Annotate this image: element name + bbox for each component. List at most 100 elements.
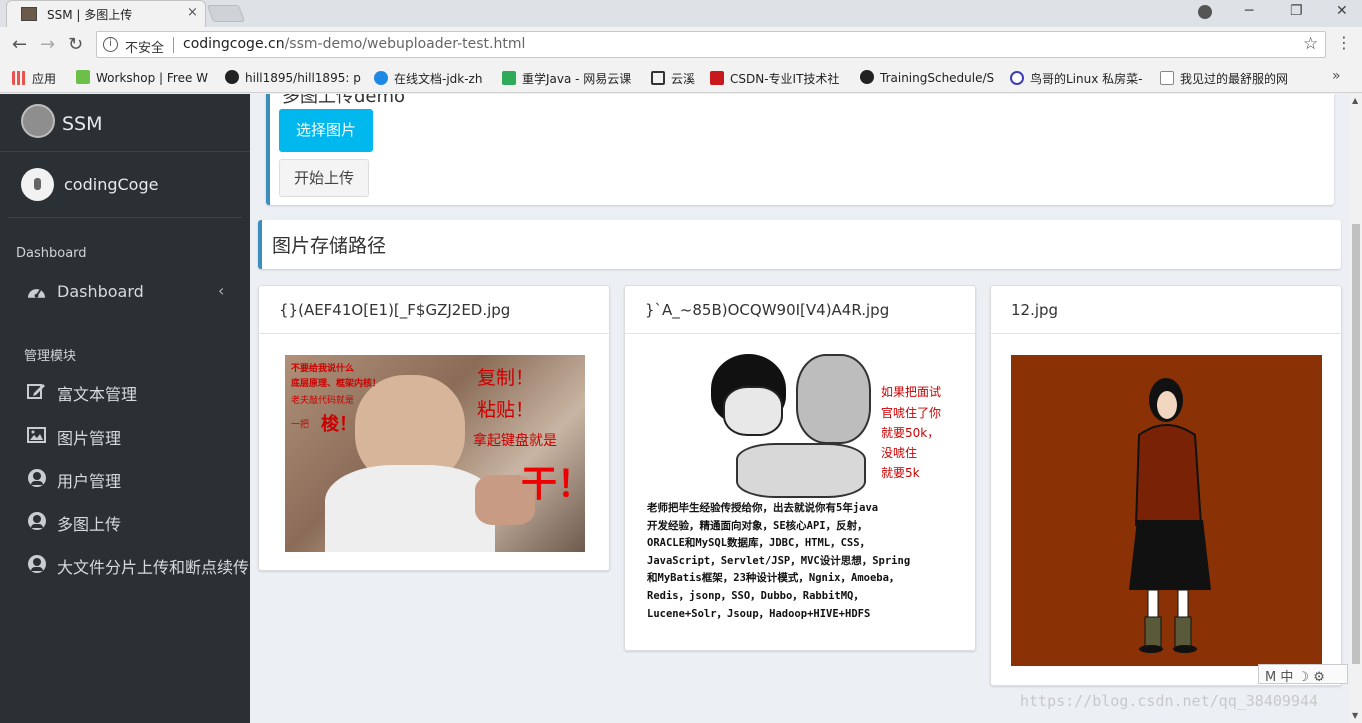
avatar: [21, 168, 54, 201]
browser-tab-active[interactable]: SSM | 多图上传 ×: [6, 0, 206, 27]
bookmark-item[interactable]: hill1895/hill1895: p: [225, 70, 361, 85]
page-scrollbar[interactable]: ▲ ▼: [1350, 94, 1362, 723]
cloud-icon: [651, 71, 665, 85]
linux-icon: [1010, 71, 1024, 85]
bookmark-item[interactable]: 云溪: [651, 70, 695, 87]
github-icon: [225, 70, 239, 84]
face-shape: [796, 354, 871, 444]
brand-header[interactable]: SSM: [0, 94, 250, 152]
reload-icon[interactable]: ↻: [68, 34, 83, 55]
meme-caption: 官唬住了你: [881, 406, 942, 420]
browser-tab-strip: SSM | 多图上传 × ─ ❐ ✕: [0, 0, 1362, 27]
browser-toolbar: ← → ↻ i 不安全 codingcoge.cn/ssm-demo/webup…: [0, 27, 1362, 63]
forward-icon[interactable]: →: [40, 34, 55, 55]
browser-menu-icon[interactable]: ⋮: [1336, 33, 1352, 52]
bookmark-item[interactable]: 在线文档-jdk-zh: [374, 70, 482, 87]
image-icon: [27, 425, 46, 444]
sidebar-item-label: 用户管理: [57, 472, 122, 491]
sidebar-item-label: 富文本管理: [57, 385, 138, 404]
meme-text: 一把: [291, 420, 310, 430]
start-upload-button[interactable]: 开始上传: [279, 159, 369, 197]
ime-toolbar[interactable]: M 中 ☽ ⚙: [1258, 664, 1348, 685]
scroll-down-icon[interactable]: ▼: [1352, 711, 1358, 720]
meme-caption: 就要50k，: [881, 426, 940, 440]
bookmarks-overflow-icon[interactable]: »: [1332, 68, 1341, 84]
url-text[interactable]: codingcoge.cn/ssm-demo/webuploader-test.…: [183, 36, 525, 52]
main-content: 多图上传demo 选择图片 开始上传 图片存储路径 {}(AEF41O[E1)[…: [250, 94, 1350, 723]
meme-caption: 就要5k: [881, 466, 920, 480]
image-card: 12.jpg: [990, 285, 1342, 686]
sidebar-item-dashboard[interactable]: Dashboard ‹: [0, 273, 250, 311]
shirt-shape: [325, 465, 495, 552]
meme-text: 复制！: [477, 367, 535, 389]
sidebar-item-multi-upload[interactable]: 多图上传: [0, 502, 250, 540]
chevron-left-icon: ‹: [218, 281, 225, 300]
sidebar-item-label: 大文件分片上传和断点续传: [57, 558, 250, 577]
meme-text: 拿起键盘就是: [473, 433, 557, 449]
bookmark-item[interactable]: TrainingSchedule/S: [860, 70, 994, 85]
card-header: }`A_~85B)OCQW90I[V4)A4R.jpg: [625, 286, 975, 334]
image-card: {}(AEF41O[E1)[_F$GZJ2ED.jpg 不要给我说什么 底层原理…: [258, 285, 610, 571]
meme-caption: 没唬住: [881, 446, 918, 460]
page-icon: [1160, 71, 1174, 85]
scrollbar-thumb[interactable]: [1352, 224, 1360, 664]
close-window-icon[interactable]: ✕: [1336, 3, 1348, 19]
back-icon[interactable]: ←: [12, 34, 27, 55]
watermark-text: https://blog.csdn.net/qq_38409944: [1020, 692, 1319, 710]
bookmark-item[interactable]: 重学Java - 网易云课: [502, 70, 631, 87]
info-icon[interactable]: i: [103, 37, 118, 52]
apps-icon: [12, 71, 26, 85]
sidebar-item-label: Dashboard: [57, 282, 144, 301]
sidebar-item-chunk-upload[interactable]: 大文件分片上传和断点续传: [0, 545, 250, 583]
meme-text: 梭！: [321, 414, 357, 435]
tab-favicon-icon: [21, 7, 37, 21]
bookmark-item[interactable]: 鸟哥的Linux 私房菜-: [1010, 70, 1142, 87]
dashboard-icon: [27, 282, 46, 301]
minimize-icon[interactable]: ─: [1245, 3, 1253, 19]
tab-close-icon[interactable]: ×: [187, 5, 198, 20]
user-name: codingCoge: [64, 175, 159, 194]
pick-images-button[interactable]: 选择图片: [279, 109, 373, 152]
address-bar[interactable]: i 不安全 codingcoge.cn/ssm-demo/webuploader…: [96, 31, 1326, 58]
illustration-image[interactable]: [1011, 355, 1322, 666]
body-shape: [736, 443, 866, 498]
gallery-header: 图片存储路径: [258, 220, 1341, 269]
user-icon: [27, 554, 46, 573]
sidebar-item-users[interactable]: 用户管理: [0, 459, 250, 497]
meme-image-2[interactable]: 如果把面试 官唬住了你 就要50k， 没唬住 就要5k 老师把毕生经验传授给你，…: [641, 348, 961, 638]
meme-text: 不要给我说什么: [291, 364, 355, 374]
user-icon: [27, 468, 46, 487]
meme-body: 老师把毕生经验传授给你，出去就说你有5年java 开发经验，精通面向对象，SE核…: [647, 502, 911, 620]
sidebar-item-label: 多图上传: [57, 515, 122, 534]
meme-image-1[interactable]: 不要给我说什么 底层原理、框架内核！ 老夫敲代码就是 一把 梭！ 复制！ 粘贴！…: [285, 355, 585, 552]
meme-text: 底层原理、框架内核！: [291, 379, 382, 389]
gallery-title: 图片存储路径: [272, 235, 387, 257]
brand-logo-icon: [21, 104, 55, 138]
doc-icon: [374, 71, 388, 85]
image-card: }`A_~85B)OCQW90I[V4)A4R.jpg 如果把面试 官唬住了你 …: [624, 285, 976, 651]
girl-illustration: [1129, 378, 1211, 653]
sidebar: SSM codingCoge Dashboard Dashboard ‹ 管理模…: [0, 94, 250, 723]
sidebar-item-images[interactable]: 图片管理: [0, 416, 250, 454]
bookmark-item[interactable]: 我见过的最舒服的网: [1160, 70, 1288, 87]
bookmark-star-icon[interactable]: ☆: [1303, 34, 1318, 54]
upload-title: 多图上传demo: [282, 94, 406, 107]
bookmark-item[interactable]: CSDN-专业IT技术社: [710, 70, 839, 87]
workshop-icon: [76, 70, 90, 84]
restore-icon[interactable]: ❐: [1290, 3, 1303, 19]
account-icon[interactable]: [1198, 5, 1212, 19]
edit-icon: [27, 381, 46, 400]
scroll-up-icon[interactable]: ▲: [1352, 96, 1358, 105]
tab-title: SSM | 多图上传: [47, 8, 133, 22]
card-filename: 12.jpg: [1011, 301, 1059, 319]
meme-text: 老夫敲代码就是: [291, 396, 355, 406]
section-title-dashboard: Dashboard: [16, 246, 87, 261]
section-title-modules: 管理模块: [24, 349, 77, 364]
card-filename: {}(AEF41O[E1)[_F$GZJ2ED.jpg: [279, 301, 511, 319]
face-shape: [723, 386, 783, 436]
bookmark-item[interactable]: Workshop | Free W: [76, 70, 208, 85]
sidebar-item-rich-text[interactable]: 富文本管理: [0, 372, 250, 410]
sidebar-item-label: 图片管理: [57, 429, 122, 448]
new-tab-button[interactable]: [206, 5, 246, 22]
bookmark-apps[interactable]: 应用: [12, 70, 56, 87]
